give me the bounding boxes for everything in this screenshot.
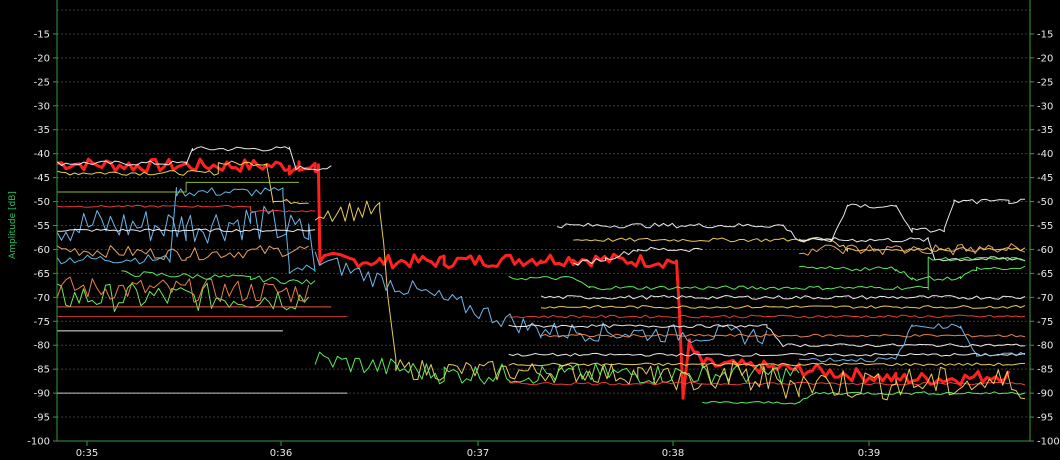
y-tick-label: -75 (1037, 317, 1053, 328)
x-tick-label: 0:37 (467, 448, 489, 459)
y-tick-label: -25 (1037, 77, 1053, 88)
y-tick-label: -35 (1037, 125, 1053, 136)
y-tick-label: -15 (1037, 29, 1053, 40)
y-tick-label: -60 (34, 245, 50, 256)
y-tick-label: -80 (1037, 341, 1053, 352)
y-tick-label: -40 (34, 149, 50, 160)
y-tick-label: -85 (34, 365, 50, 376)
y-tick-label: -55 (34, 221, 50, 232)
y-tick-label: -45 (34, 173, 50, 184)
y-tick-label: -60 (1037, 245, 1053, 256)
y-tick-label: -15 (34, 29, 50, 40)
y-tick-label: -20 (34, 53, 50, 64)
y-tick-label: -50 (1037, 197, 1053, 208)
y-tick-label: -100 (1037, 437, 1060, 448)
x-tick-label: 0:38 (662, 448, 684, 459)
y-tick-label: -50 (34, 197, 50, 208)
y-tick-label: -75 (34, 317, 50, 328)
y-tick-label: -45 (1037, 173, 1053, 184)
y-tick-label: -40 (1037, 149, 1053, 160)
x-tick-label: 0:39 (858, 448, 880, 459)
y-tick-label: -70 (34, 293, 50, 304)
y-axis-label: Amplitude [dB] (8, 191, 18, 259)
y-tick-label: -65 (1037, 269, 1053, 280)
x-tick-label: 0:36 (270, 448, 292, 459)
y-tick-label: -85 (1037, 365, 1053, 376)
y-tick-label: -95 (34, 413, 50, 424)
y-tick-label: -55 (1037, 221, 1053, 232)
y-tick-label: -100 (27, 437, 50, 448)
x-tick-label: 0:35 (76, 448, 98, 459)
y-tick-label: -80 (34, 341, 50, 352)
y-tick-label: -70 (1037, 293, 1053, 304)
y-tick-label: -30 (1037, 101, 1053, 112)
y-tick-label: -90 (1037, 389, 1053, 400)
y-tick-label: -20 (1037, 53, 1053, 64)
y-tick-label: -90 (34, 389, 50, 400)
y-tick-label: -35 (34, 125, 50, 136)
y-tick-label: -30 (34, 101, 50, 112)
y-tick-label: -95 (1037, 413, 1053, 424)
y-tick-label: -65 (34, 269, 50, 280)
y-tick-label: -25 (34, 77, 50, 88)
amplitude-chart: -15 -20 -25 -30 -35 -40 -45 -50 -55 -60 -65 -70 -75 -… (0, 0, 1060, 460)
